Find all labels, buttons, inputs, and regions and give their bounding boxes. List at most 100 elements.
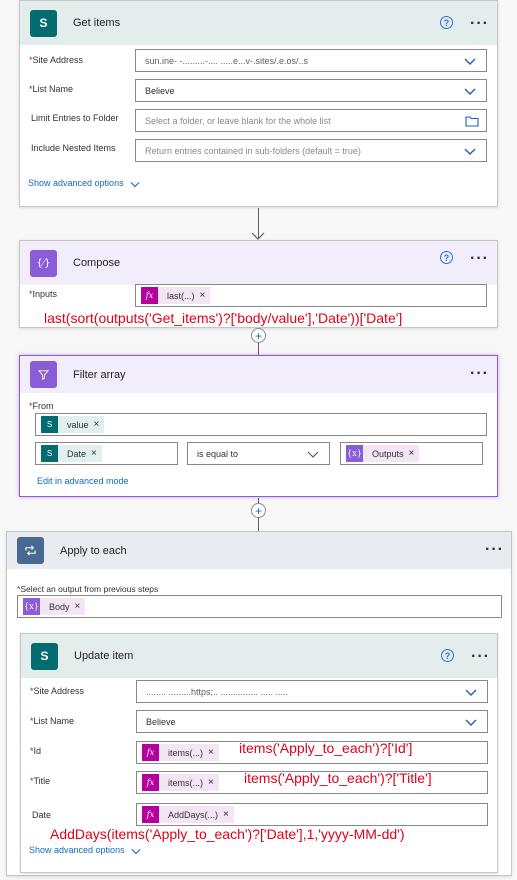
date-field[interactable]: fx AddDays(...) × (136, 803, 488, 826)
inputs-label: *Inputs (29, 289, 58, 299)
remove-token-icon[interactable]: × (208, 777, 219, 788)
arrow-down-icon (251, 232, 265, 240)
more-icon[interactable]: ··· (471, 649, 490, 665)
limit-entries-label: Limit Entries to Folder (31, 113, 119, 123)
date-label: Date (32, 810, 52, 820)
add-step-button[interactable]: + (251, 503, 266, 518)
chevron-down-icon (130, 181, 140, 187)
fx-icon: fx (142, 806, 159, 823)
fx-icon: fx (142, 744, 159, 761)
compose-icon: {x} (23, 598, 40, 615)
list-name-dropdown[interactable]: Believe (136, 710, 488, 733)
chevron-down-icon (464, 58, 476, 65)
help-icon[interactable]: ? (440, 251, 453, 264)
select-output-field[interactable]: {x} Body × (17, 595, 502, 618)
remove-token-icon[interactable]: × (409, 448, 420, 459)
nested-items-dropdown[interactable]: Return entries contained in sub-folders … (135, 139, 487, 162)
card-title: Filter array (73, 368, 126, 381)
expression-token[interactable]: fx last(...) × (141, 287, 211, 304)
limit-entries-input[interactable]: Select a folder, or leave blank for the … (135, 109, 487, 132)
chevron-down-icon (307, 451, 319, 458)
remove-token-icon[interactable]: × (200, 290, 211, 301)
token-label: last(...) (167, 290, 195, 301)
from-field[interactable]: S value × (35, 413, 487, 436)
operator-value: is equal to (197, 448, 239, 459)
list-name-label: *List Name (30, 716, 75, 726)
remove-token-icon[interactable]: × (223, 809, 234, 820)
expression-token[interactable]: fx items(...) × (142, 744, 219, 761)
edit-advanced-mode-link[interactable]: Edit in advanced mode (37, 476, 129, 486)
date-token[interactable]: S Date × (41, 445, 102, 462)
card-title: Compose (73, 257, 121, 269)
inputs-field[interactable]: fx last(...) × (135, 284, 487, 307)
value-token[interactable]: S value × (41, 416, 105, 433)
list-name-value: Believe (145, 85, 175, 96)
more-icon[interactable]: ··· (470, 16, 489, 32)
more-icon[interactable]: ··· (470, 366, 489, 382)
plus-icon: + (254, 328, 262, 343)
token-label: AddDays(...) (168, 809, 219, 820)
site-address-dropdown[interactable]: sun.ine- -.........-.... .....e...v-.sit… (135, 49, 487, 72)
operator-dropdown[interactable]: is equal to (187, 442, 330, 465)
compose-header[interactable]: {⁄} Compose ? ··· (20, 241, 497, 285)
remove-token-icon[interactable]: × (91, 448, 102, 459)
apply-to-each-header[interactable]: Apply to each ··· (7, 532, 511, 569)
nested-items-placeholder: Return entries contained in sub-folders … (145, 145, 361, 156)
chevron-down-icon (464, 148, 476, 155)
token-label: items(...) (168, 777, 203, 788)
token-label: Body (49, 601, 70, 612)
remove-token-icon[interactable]: × (208, 747, 219, 758)
remove-token-icon[interactable]: × (75, 601, 86, 612)
more-icon[interactable]: ··· (470, 251, 489, 267)
card-title: Get items (73, 17, 121, 29)
chevron-down-icon (131, 848, 141, 854)
apply-to-each-card: Apply to each ··· *Select an output from… (6, 531, 512, 876)
expression-token[interactable]: fx AddDays(...) × (142, 806, 234, 823)
site-address-value: sun.ine- -.........-.... .....e...v-.sit… (145, 55, 309, 66)
filter-array-header[interactable]: Filter array ··· (20, 356, 497, 393)
remove-token-icon[interactable]: × (94, 419, 105, 430)
get-items-header[interactable]: S Get items ? ··· (20, 1, 497, 45)
outputs-token[interactable]: {x} Outputs × (346, 445, 420, 462)
list-name-label: *List Name (29, 84, 74, 94)
site-address-label: *Site Address (30, 686, 85, 696)
date-annotation: AddDays(items('Apply_to_each')?['Date'],… (50, 826, 405, 842)
show-advanced-options-link[interactable]: Show advanced options (29, 845, 141, 856)
update-item-header[interactable]: S Update item ? ··· (21, 634, 497, 678)
site-address-dropdown[interactable]: ........ .........https;.. .............… (136, 680, 488, 703)
fx-icon: fx (142, 774, 159, 791)
list-name-dropdown[interactable]: Believe (135, 79, 487, 102)
title-label: *Title (30, 776, 51, 786)
title-annotation: items('Apply_to_each')?['Title'] (244, 770, 432, 786)
select-output-label: *Select an output from previous steps (17, 584, 159, 594)
from-label: *From (29, 401, 54, 411)
plus-icon: + (254, 503, 262, 518)
compose-icon: {⁄} (30, 249, 57, 277)
add-step-button[interactable]: + (251, 328, 266, 343)
filter-icon (30, 361, 57, 388)
list-name-value: Believe (146, 716, 176, 727)
sharepoint-icon: S (41, 416, 58, 433)
chevron-down-icon (465, 689, 477, 696)
body-token[interactable]: {x} Body × (23, 598, 86, 615)
sharepoint-icon: S (30, 9, 57, 37)
site-address-label: *Site Address (29, 55, 84, 65)
get-items-card: S Get items ? ··· *Site Address sun.ine-… (19, 0, 498, 207)
help-icon[interactable]: ? (440, 16, 453, 29)
compose-icon: {x} (346, 445, 363, 462)
loop-icon (17, 537, 44, 564)
condition-right-field[interactable]: {x} Outputs × (340, 442, 483, 465)
folder-icon[interactable] (465, 115, 479, 127)
card-title: Update item (74, 650, 134, 662)
chevron-down-icon (464, 88, 476, 95)
chevron-down-icon (465, 719, 477, 726)
expression-token[interactable]: fx items(...) × (142, 774, 219, 791)
show-advanced-options-link[interactable]: Show advanced options (28, 178, 140, 189)
fx-icon: fx (141, 287, 158, 304)
token-label: Date (67, 448, 87, 459)
token-label: items(...) (168, 747, 203, 758)
help-icon[interactable]: ? (441, 649, 454, 662)
sharepoint-icon: S (41, 445, 58, 462)
condition-left-field[interactable]: S Date × (35, 442, 178, 465)
more-icon[interactable]: ··· (485, 542, 504, 558)
